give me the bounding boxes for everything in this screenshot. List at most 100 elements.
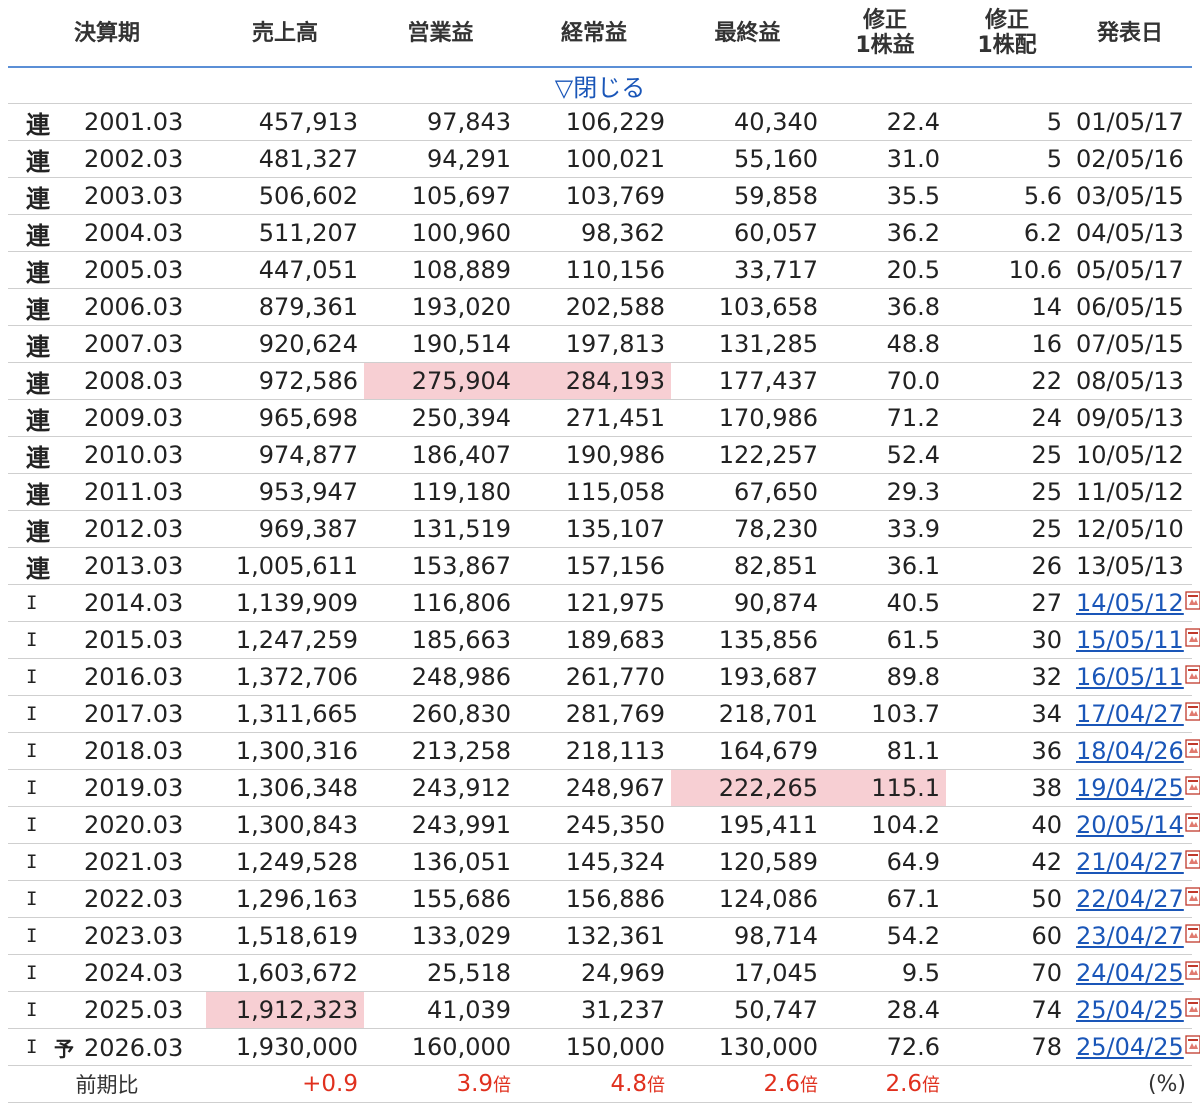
sales-cell: 953,947 xyxy=(206,473,365,511)
accounting-type-cell: 連 xyxy=(8,436,66,474)
pdf-icon[interactable] xyxy=(1185,776,1200,795)
announce-date-cell[interactable]: 25/04/25 xyxy=(1068,991,1200,1029)
sales-cell: 1,311,665 xyxy=(206,695,365,733)
table-row: I 2020.03 1,300,843 243,991 245,350 195,411 10… xyxy=(8,806,1200,844)
yoy-operating-profit-cell: 3.9倍 xyxy=(364,1065,518,1103)
fiscal-period-cell: 2006.03 xyxy=(66,288,207,326)
announce-date-link[interactable]: 14/05/12 xyxy=(1076,589,1184,617)
net-profit-cell: 135,856 xyxy=(671,621,825,659)
net-profit-cell: 78,230 xyxy=(671,510,825,548)
fiscal-period-cell: 2024.03 xyxy=(66,954,207,992)
announce-date-cell[interactable]: 21/04/27 xyxy=(1068,843,1200,881)
fiscal-period-cell: 2022.03 xyxy=(66,880,207,918)
announce-date-link[interactable]: 17/04/27 xyxy=(1076,700,1184,728)
header-net-profit: 最終益 xyxy=(671,0,825,68)
header-dividend-line1: 修正 xyxy=(985,8,1030,33)
announce-date-cell: 08/05/13 xyxy=(1068,362,1193,400)
net-profit-cell: 122,257 xyxy=(671,436,825,474)
pdf-icon[interactable] xyxy=(1185,591,1200,610)
fiscal-period-cell: 2018.03 xyxy=(66,732,207,770)
announce-date-link[interactable]: 21/04/27 xyxy=(1076,848,1184,876)
announce-date-cell[interactable]: 14/05/12 xyxy=(1068,584,1200,622)
announce-date-link[interactable]: 18/04/26 xyxy=(1076,737,1184,765)
accounting-type-cell: I xyxy=(8,695,66,733)
announce-date-cell[interactable]: 22/04/27 xyxy=(1068,880,1200,918)
announce-date-link[interactable]: 25/04/25 xyxy=(1076,1033,1184,1061)
eps-cell: 31.0 xyxy=(824,140,947,178)
sales-cell: 969,387 xyxy=(206,510,365,548)
announce-date-cell[interactable]: 17/04/27 xyxy=(1068,695,1200,733)
announce-date-link[interactable]: 23/04/27 xyxy=(1076,922,1184,950)
table-row: I 2014.03 1,139,909 116,806 121,975 90,874 40.… xyxy=(8,584,1200,622)
pdf-icon[interactable] xyxy=(1185,628,1200,647)
accounting-type-cell: 連 xyxy=(8,399,66,437)
table-header: 決算期 売上高 営業益 経常益 最終益 修正 1株益 修正 1株配 発表日 xyxy=(8,0,1193,68)
announce-date-link[interactable]: 24/04/25 xyxy=(1076,959,1184,987)
announce-date-text: 05/05/17 xyxy=(1076,256,1184,284)
operating-profit-cell: 190,514 xyxy=(364,325,518,363)
announce-date-link[interactable]: 19/04/25 xyxy=(1076,774,1184,802)
yoy-eps-cell-value: 2.6 xyxy=(885,1071,923,1097)
announce-date-cell[interactable]: 20/05/14 xyxy=(1068,806,1200,844)
table-row: I 2018.03 1,300,316 213,258 218,113 164,679 81… xyxy=(8,732,1200,770)
sales-cell: 1,300,843 xyxy=(206,806,365,844)
sales-cell: 1,603,672 xyxy=(206,954,365,992)
pdf-icon[interactable] xyxy=(1185,887,1200,906)
sales-cell: 447,051 xyxy=(206,251,365,289)
pdf-icon[interactable] xyxy=(1185,998,1200,1017)
announce-date-link[interactable]: 15/05/11 xyxy=(1076,626,1184,654)
pdf-icon[interactable] xyxy=(1185,1035,1200,1054)
pdf-icon[interactable] xyxy=(1185,961,1200,980)
announce-date-link[interactable]: 16/05/11 xyxy=(1076,663,1184,691)
header-eps: 修正 1株益 xyxy=(824,0,947,68)
fiscal-period-cell: 2004.03 xyxy=(66,214,207,252)
announce-date-cell: 05/05/17 xyxy=(1068,251,1193,289)
net-profit-cell: 60,057 xyxy=(671,214,825,252)
sales-cell: 1,005,611 xyxy=(206,547,365,585)
announce-date-cell[interactable]: 24/04/25 xyxy=(1068,954,1200,992)
net-profit-cell: 82,851 xyxy=(671,547,825,585)
announce-date-link[interactable]: 22/04/27 xyxy=(1076,885,1184,913)
yoy-operating-profit-cell-unit: 倍 xyxy=(493,1075,512,1096)
fiscal-period-cell: 2013.03 xyxy=(66,547,207,585)
ordinary-profit-cell: 110,156 xyxy=(517,251,672,289)
fiscal-period-text: 2025.03 xyxy=(84,996,184,1024)
eps-cell: 35.5 xyxy=(824,177,947,215)
announce-date-link[interactable]: 25/04/25 xyxy=(1076,996,1184,1024)
eps-cell: 9.5 xyxy=(824,954,947,992)
pdf-icon[interactable] xyxy=(1185,702,1200,721)
earnings-history-table: 決算期 売上高 営業益 経常益 最終益 修正 1株益 修正 1株配 発表日 ▽閉… xyxy=(8,0,1200,1103)
announce-date-text: 13/05/13 xyxy=(1076,552,1184,580)
pdf-icon[interactable] xyxy=(1185,924,1200,943)
eps-cell: 81.1 xyxy=(824,732,947,770)
net-profit-cell: 90,874 xyxy=(671,584,825,622)
dividend-cell: 25 xyxy=(946,473,1069,511)
announce-date-link[interactable]: 20/05/14 xyxy=(1076,811,1184,839)
fiscal-period-text: 2009.03 xyxy=(84,404,184,432)
announce-date-cell[interactable]: 18/04/26 xyxy=(1068,732,1200,770)
pdf-icon[interactable] xyxy=(1185,813,1200,832)
pdf-icon[interactable] xyxy=(1185,665,1200,684)
fiscal-period-cell: 2011.03 xyxy=(66,473,207,511)
sales-cell: 1,296,163 xyxy=(206,880,365,918)
ordinary-profit-cell: 245,350 xyxy=(517,806,672,844)
close-toggle-link[interactable]: ▽閉じる xyxy=(8,67,1193,104)
announce-date-cell[interactable]: 16/05/11 xyxy=(1068,658,1200,696)
accounting-type-cell: 連 xyxy=(8,177,66,215)
announce-date-cell[interactable]: 23/04/27 xyxy=(1068,917,1200,955)
announce-date-cell[interactable]: 15/05/11 xyxy=(1068,621,1200,659)
operating-profit-cell: 25,518 xyxy=(364,954,518,992)
fiscal-period-cell: 2025.03 xyxy=(66,991,207,1029)
dividend-cell: 60 xyxy=(946,917,1069,955)
announce-date-cell[interactable]: 25/04/25 xyxy=(1068,1028,1200,1066)
fiscal-period-cell: 2015.03 xyxy=(66,621,207,659)
pdf-icon[interactable] xyxy=(1185,739,1200,758)
announce-date-cell[interactable]: 19/04/25 xyxy=(1068,769,1200,807)
pdf-icon[interactable] xyxy=(1185,850,1200,869)
eps-cell: 104.2 xyxy=(824,806,947,844)
fiscal-period-text: 2007.03 xyxy=(84,330,184,358)
ordinary-profit-cell: 100,021 xyxy=(517,140,672,178)
table-row: I 2023.03 1,518,619 133,029 132,361 98,714 54.… xyxy=(8,917,1200,955)
announce-date-text: 12/05/10 xyxy=(1076,515,1184,543)
eps-cell: 67.1 xyxy=(824,880,947,918)
